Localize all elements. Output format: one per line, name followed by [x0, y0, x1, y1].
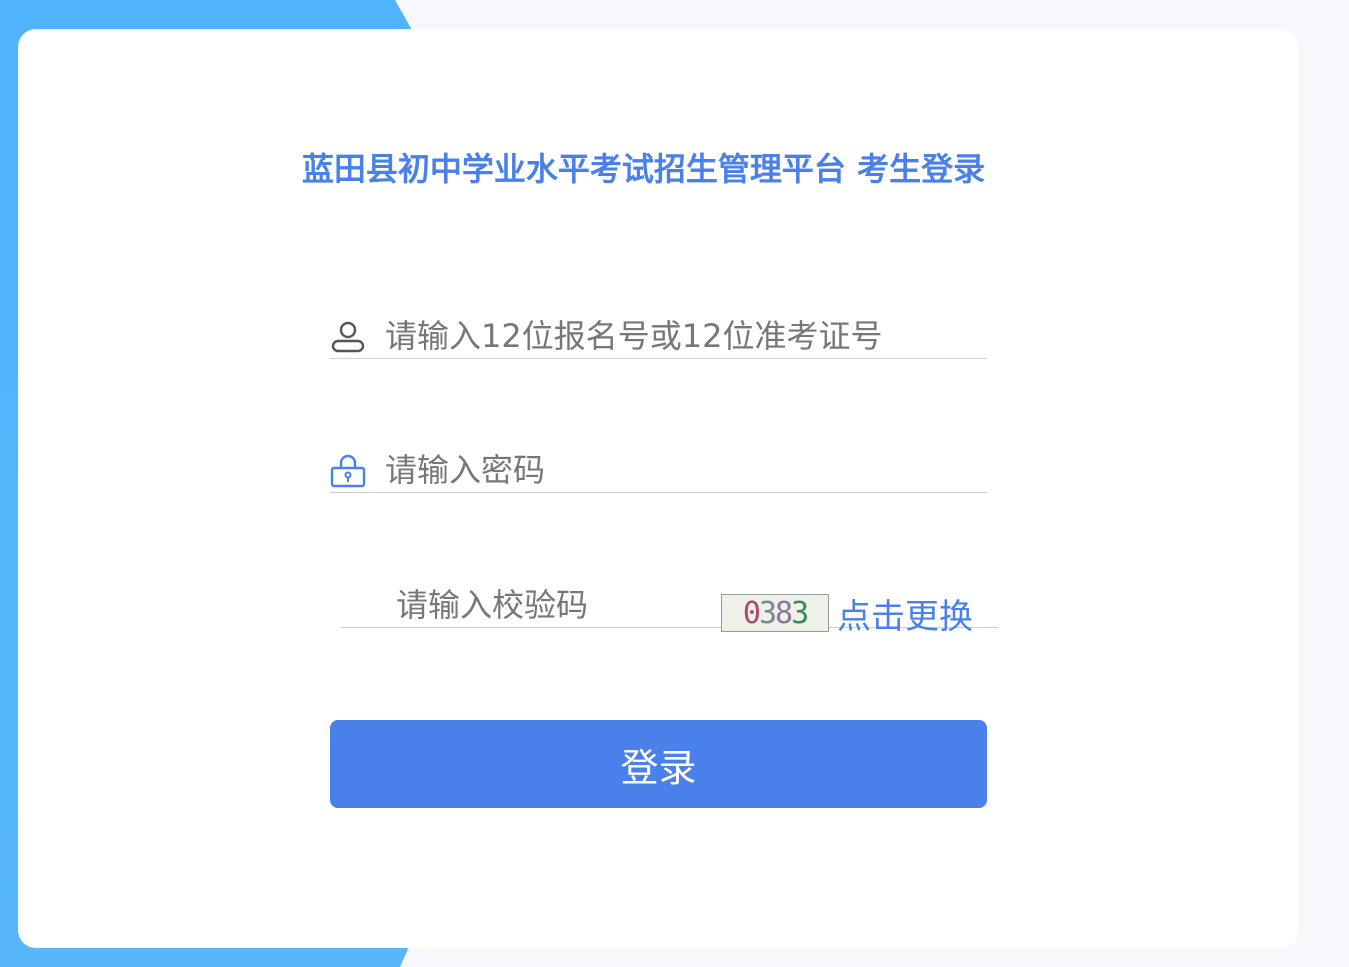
user-icon — [330, 319, 366, 355]
captcha-char: 0 — [742, 596, 761, 631]
captcha-char: 3 — [791, 596, 809, 631]
captcha-input[interactable] — [396, 584, 706, 626]
captcha-char: 8 — [775, 596, 793, 631]
refresh-captcha-link[interactable]: 点击更换 — [837, 589, 973, 638]
page-title: 蓝田县初中学业水平考试招生管理平台 考生登录 — [301, 150, 986, 188]
password-field — [330, 449, 987, 493]
username-input[interactable] — [385, 315, 975, 357]
login-card: 蓝田县初中学业水平考试招生管理平台 考生登录 0383 点击更换 登录 — [18, 29, 1299, 948]
lock-icon — [330, 453, 366, 489]
captcha-image[interactable]: 0383 — [721, 594, 829, 632]
captcha-char: 3 — [758, 596, 777, 631]
captcha-field: 0383 点击更换 — [341, 584, 998, 637]
username-field — [330, 315, 987, 359]
password-input[interactable] — [385, 449, 975, 491]
login-button[interactable]: 登录 — [330, 720, 987, 808]
